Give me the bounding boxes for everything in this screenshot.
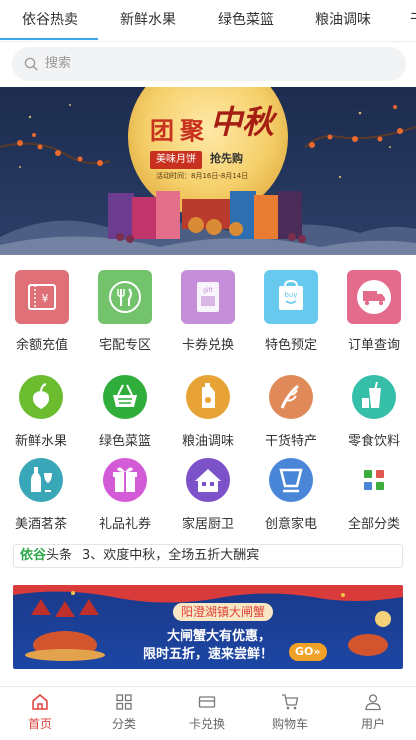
service-home-delivery[interactable]: 宅配专区	[97, 270, 153, 353]
service-label: 特色预定	[264, 338, 317, 353]
banner-tag-left: 美味月饼	[150, 151, 202, 169]
oil-bottle-icon	[181, 370, 235, 424]
category-green-veg[interactable]: 绿色菜篮	[93, 370, 157, 449]
ad-headline: 阳澄湖镇大闸蟹	[173, 603, 274, 621]
category-appliances[interactable]: 创意家电	[259, 453, 323, 532]
banner-title-right: 中秋	[210, 103, 275, 141]
tab-home[interactable]: 首页	[10, 693, 70, 732]
category-gift-coupon[interactable]: 礼品礼券	[93, 453, 157, 532]
category-label: 礼品礼券	[98, 517, 151, 532]
category-label: 零食饮料	[347, 434, 400, 449]
svg-text:gift: gift	[203, 287, 213, 294]
apple-icon	[14, 370, 68, 424]
category-label: 绿色菜篮	[98, 434, 151, 449]
category-label: 美酒茗茶	[14, 517, 67, 532]
mid-autumn-banner[interactable]: 团聚 中秋 美味月饼 抢先购 活动时间：8月16日-8月14日	[0, 87, 416, 255]
category-wine-tea[interactable]: 美酒茗茶	[9, 453, 73, 532]
crab-ad-banner[interactable]: 阳澄湖镇大闸蟹 大闸蟹大有优惠， 限时五折，速来尝鲜！ GO»	[13, 585, 403, 669]
news-label: 头条	[46, 548, 73, 563]
home-icon	[32, 694, 48, 710]
drink-cup-icon	[347, 370, 401, 424]
tab-user[interactable]: 用户	[343, 693, 403, 732]
category-grid-icon	[116, 694, 132, 710]
news-brand: 依谷	[20, 548, 47, 563]
monitor-icon	[264, 453, 318, 507]
bottom-tab-bar: 首页 分类 卡兑换 购物车 用户	[0, 686, 416, 740]
category-label: 全部分类	[347, 517, 400, 532]
tab-dried-goods[interactable]: 干	[410, 0, 416, 40]
recharge-card-icon: ¥	[15, 270, 69, 324]
category-dried-goods[interactable]: 干货特产	[259, 370, 323, 449]
tab-label: 用户	[360, 717, 385, 731]
delivery-truck-icon	[347, 270, 401, 324]
service-recharge[interactable]: ¥ 余额充值	[14, 270, 70, 353]
category-grain-oil[interactable]: 粮油调味	[176, 370, 240, 449]
grid-icon	[347, 453, 401, 507]
tab-yigu-hot[interactable]: 依谷热卖	[22, 0, 78, 40]
category-home-kitchen[interactable]: 家居厨卫	[176, 453, 240, 532]
tab-card-exchange[interactable]: 卡兑换	[177, 693, 237, 732]
ad-line-1: 大闸蟹大有优惠，	[167, 629, 272, 644]
tab-category[interactable]: 分类	[94, 693, 154, 732]
tab-label: 卡兑换	[188, 717, 225, 731]
banner-tag-right: 抢先购	[210, 152, 243, 165]
tab-fresh-fruit[interactable]: 新鲜水果	[120, 0, 176, 40]
ad-line-2: 限时五折，速来尝鲜！	[143, 647, 274, 662]
active-tab-indicator	[0, 38, 98, 40]
tab-label: 购物车	[271, 717, 308, 731]
tab-label: 首页	[27, 717, 52, 731]
category-fresh-fruit[interactable]: 新鲜水果	[9, 370, 73, 449]
search-placeholder: 搜索	[45, 56, 72, 71]
basket-icon	[98, 370, 152, 424]
category-label: 粮油调味	[181, 434, 234, 449]
user-icon	[365, 694, 381, 711]
category-label: 家居厨卫	[181, 517, 234, 532]
wine-bottle-icon	[14, 453, 68, 507]
service-label: 余额充值	[15, 338, 68, 353]
card-icon	[198, 696, 216, 708]
fork-knife-icon	[98, 270, 152, 324]
category-label: 新鲜水果	[14, 434, 67, 449]
news-text: 3、欢度中秋，全场五折大酬宾	[82, 548, 260, 563]
tab-green-veg[interactable]: 绿色菜篮	[218, 0, 274, 40]
tab-grain-oil[interactable]: 粮油调味	[315, 0, 371, 40]
tab-cart[interactable]: 购物车	[260, 693, 320, 732]
cart-icon	[282, 694, 299, 710]
service-label: 宅配专区	[98, 338, 151, 353]
svg-text:buy: buy	[284, 291, 297, 299]
category-tabs: 依谷热卖 新鲜水果 绿色菜篮 粮油调味 干	[0, 0, 416, 42]
service-coupon-exchange[interactable]: gift 卡券兑换	[180, 270, 236, 353]
svg-text:¥: ¥	[42, 292, 49, 305]
gift-card-icon: gift	[181, 270, 235, 324]
banner-period: 活动时间：8月16日-8月14日	[156, 172, 249, 180]
ad-go-button[interactable]: GO»	[289, 643, 327, 661]
news-ticker[interactable]: 依谷头条 3、欢度中秋，全场五折大酬宾	[13, 544, 403, 568]
tab-label: 分类	[111, 717, 136, 731]
house-icon	[181, 453, 235, 507]
category-all[interactable]: 全部分类	[342, 453, 406, 532]
gift-box-icon	[98, 453, 152, 507]
service-label: 卡券兑换	[181, 338, 234, 353]
buy-bag-icon: buy	[264, 270, 318, 324]
category-snacks-drinks[interactable]: 零食饮料	[342, 370, 406, 449]
service-special-booking[interactable]: buy 特色预定	[263, 270, 319, 353]
service-order-query[interactable]: 订单查询	[346, 270, 402, 353]
search-icon	[24, 57, 38, 71]
banner-title-left: 团聚	[150, 116, 210, 145]
category-label: 创意家电	[264, 517, 317, 532]
search-input[interactable]: 搜索	[12, 47, 406, 81]
dried-goods-icon	[264, 370, 318, 424]
service-label: 订单查询	[347, 338, 400, 353]
category-label: 干货特产	[264, 434, 317, 449]
